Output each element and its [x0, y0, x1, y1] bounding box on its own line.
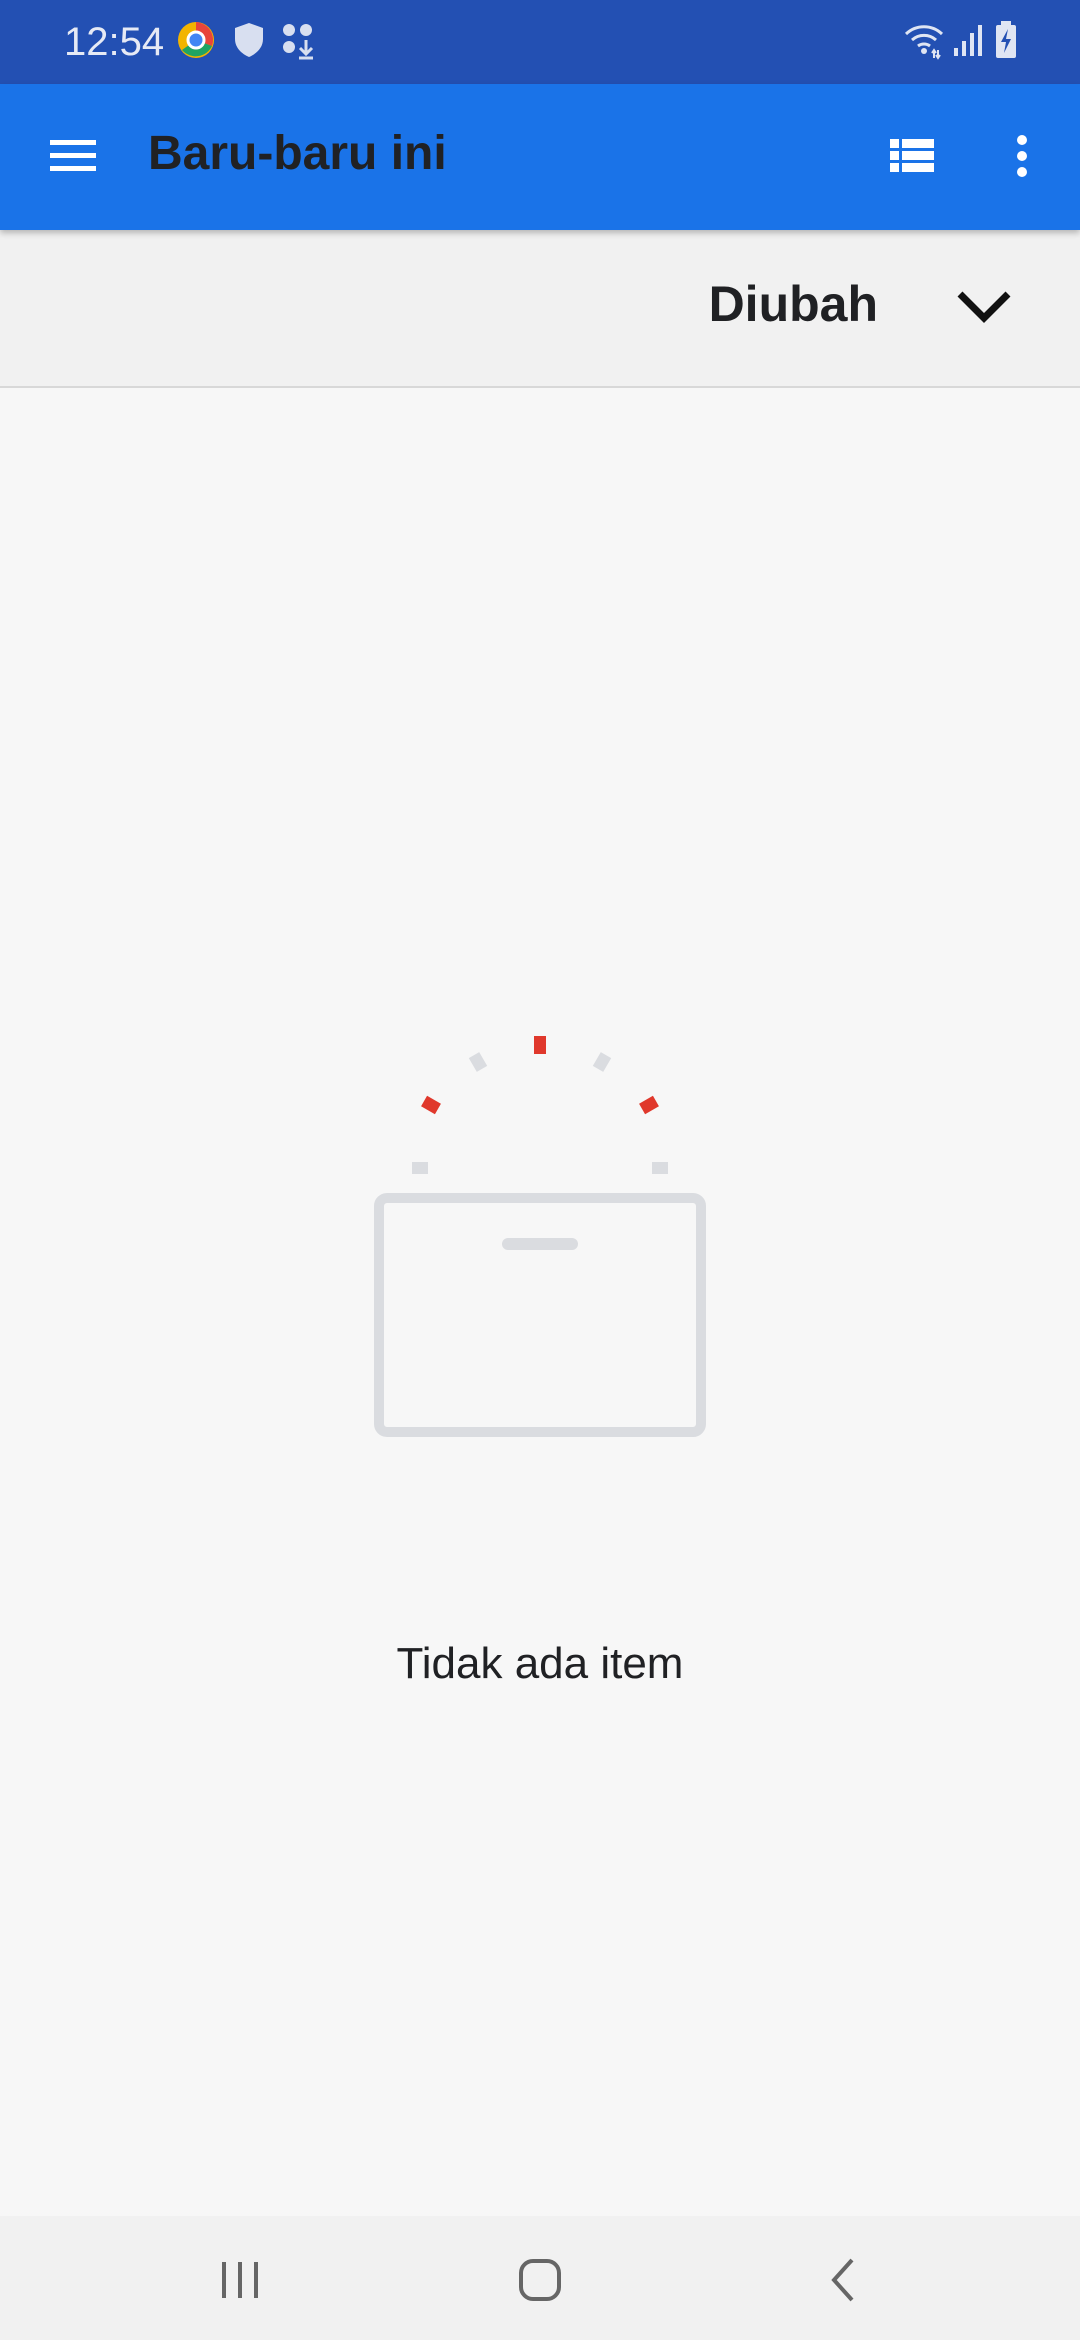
battery-charging-icon	[994, 20, 1018, 65]
status-time: 12:54	[64, 20, 165, 64]
sort-bar[interactable]: Diubah	[0, 230, 1080, 388]
status-bar: 12:54	[0, 0, 1080, 84]
list-view-icon[interactable]	[888, 136, 936, 181]
page-title: Baru-baru ini	[148, 127, 447, 180]
apps-download-icon	[280, 20, 316, 65]
shield-icon	[232, 20, 266, 65]
system-nav-bar	[0, 2216, 1080, 2340]
more-vert-icon[interactable]	[1010, 132, 1034, 187]
empty-message: Tidak ada item	[396, 1639, 684, 1688]
recents-icon[interactable]	[218, 2260, 262, 2305]
back-icon[interactable]	[828, 2256, 858, 2309]
chevron-down-icon[interactable]	[956, 286, 1012, 331]
menu-icon[interactable]	[48, 136, 98, 181]
empty-box-icon	[360, 1020, 720, 1445]
home-icon[interactable]	[518, 2258, 562, 2307]
chrome-app-icon	[176, 20, 216, 65]
sort-label[interactable]: Diubah	[709, 274, 878, 334]
app-bar: Baru-baru ini	[0, 84, 1080, 230]
wifi-icon	[902, 20, 946, 65]
signal-icon	[952, 20, 986, 65]
